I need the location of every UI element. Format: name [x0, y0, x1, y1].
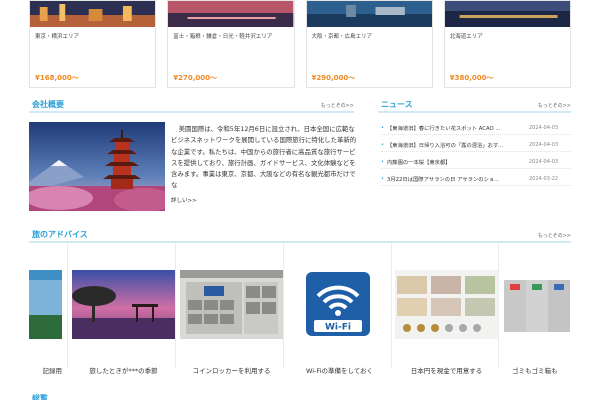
divider — [391, 243, 392, 368]
company-image-pagoda — [29, 122, 165, 211]
advice-caption: コインロッカーを利用する — [192, 367, 271, 375]
advice-section-title: 旅のアドバイス — [32, 230, 88, 239]
news-date: 2024-04-03 — [529, 142, 559, 148]
divider — [175, 243, 176, 368]
tour-area: 大阪・京都・広島エリア — [311, 34, 373, 40]
advice-carousel: 記録用 旅したときが***の季節 コインロッカーを利用する Wi-Fi Wi-F… — [29, 243, 600, 378]
advice-caption: ゴミもゴミ箱も — [512, 367, 558, 375]
advice-image-yen-cash[interactable] — [395, 270, 498, 339]
tour-price: ¥270,000～ — [173, 74, 218, 82]
divider — [67, 243, 68, 368]
advice-card[interactable]: 日本円を現金で用意する — [395, 243, 498, 378]
company-details-link[interactable]: 詳しい>> — [171, 196, 197, 204]
news-title[interactable]: 内藤園の一本桜【東京都】 — [387, 158, 529, 166]
tour-image-tokyo[interactable] — [30, 1, 156, 27]
divider — [283, 243, 284, 368]
tour-image-hokkaido[interactable] — [444, 1, 570, 27]
advice-caption: 日本円を現金で用意する — [410, 367, 483, 375]
company-more-link[interactable]: もっとその>> — [321, 102, 354, 109]
tour-card-row: 東京・横浜エリア ¥168,000～ 富士・箱根・鎌倉・日光・軽井沢エリア ¥2… — [29, 0, 571, 88]
tour-area: 北海道エリア — [449, 34, 483, 40]
tour-price: ¥380,000～ — [449, 74, 494, 82]
news-title[interactable]: 【東海道旧】春に行きたい花スポット ACAO ... — [387, 124, 529, 132]
tour-image-osaka[interactable] — [306, 1, 432, 27]
advice-image-trash-bins[interactable] — [502, 270, 600, 339]
wifi-icon[interactable]: Wi-Fi — [288, 270, 391, 339]
bottom-section-title: 総覧 — [32, 394, 48, 400]
tour-price: ¥168,000～ — [35, 74, 79, 82]
advice-caption: Wi-Fiの準備をしておく — [305, 367, 374, 375]
company-description: 美園国際は、令和5年12月6日に設立され、日本全国に広範なビジネスネットワークを… — [171, 125, 357, 190]
news-section-header: ニュース もっとその>> — [378, 99, 571, 113]
company-section-title: 会社概要 — [32, 100, 64, 109]
advice-card[interactable]: Wi-Fi Wi-Fiの準備をしておく — [288, 243, 391, 378]
advice-more-link[interactable]: もっとその>> — [538, 232, 571, 239]
news-item[interactable]: • 内藤園の一本桜【東京都】 2024-04-03 — [381, 156, 571, 169]
news-item[interactable]: • 【東海道旧】春に行きたい花スポット ACAO ... 2024-04-03 — [381, 122, 571, 135]
news-title[interactable]: 3月22日は国際アサランの日 アサランのショ... — [387, 175, 529, 183]
tour-card-osaka[interactable]: 大阪・京都・広島エリア ¥290,000～ — [305, 0, 433, 88]
news-item[interactable]: • 3月22日は国際アサランの日 アサランのショ... 2024-03-22 — [381, 173, 571, 186]
news-list: • 【東海道旧】春に行きたい花スポット ACAO ... 2024-04-03 … — [381, 122, 571, 190]
news-date: 2024-03-22 — [529, 176, 559, 182]
tour-card-hokkaido[interactable]: 北海道エリア ¥380,000～ — [443, 0, 571, 88]
divider — [498, 243, 499, 368]
news-item[interactable]: • 【東海道旧】日帰り入浴可の「露の混浴」おす... 2024-04-03 — [381, 139, 571, 152]
advice-image-landscape[interactable] — [29, 270, 62, 339]
tour-area: 富士・箱根・鎌倉・日光・軽井沢エリア — [173, 34, 273, 40]
advice-card[interactable]: 記録用 — [29, 243, 62, 378]
news-section-title: ニュース — [381, 100, 413, 109]
news-date: 2024-04-03 — [529, 159, 559, 165]
tour-area: 東京・横浜エリア — [35, 34, 80, 40]
tour-image-fuji[interactable] — [168, 1, 294, 27]
tour-price: ¥290,000～ — [311, 74, 356, 82]
news-title[interactable]: 【東海道旧】日帰り入浴可の「露の混浴」おす... — [387, 141, 529, 149]
tour-card-fuji[interactable]: 富士・箱根・鎌倉・日光・軽井沢エリア ¥270,000～ — [167, 0, 295, 88]
news-more-link[interactable]: もっとその>> — [538, 102, 571, 109]
advice-caption: 記録用 — [42, 367, 63, 375]
advice-section-header: 旅のアドバイス もっとその>> — [29, 229, 571, 243]
advice-image-coin-lockers[interactable] — [180, 270, 283, 339]
advice-card[interactable]: コインロッカーを利用する — [180, 243, 283, 378]
advice-card[interactable]: 旅したときが***の季節 — [72, 243, 175, 378]
advice-caption: 旅したときが***の季節 — [89, 367, 158, 375]
svg-text:Wi-Fi: Wi-Fi — [325, 323, 351, 333]
advice-image-torii[interactable] — [72, 270, 175, 339]
advice-card[interactable]: ゴミもゴミ箱も — [502, 243, 600, 378]
company-section-header: 会社概要 もっとその>> — [29, 99, 354, 113]
news-date: 2024-04-03 — [529, 125, 559, 131]
bottom-section-header: 総覧 — [29, 391, 571, 400]
tour-card-tokyo[interactable]: 東京・横浜エリア ¥168,000～ — [29, 0, 157, 88]
